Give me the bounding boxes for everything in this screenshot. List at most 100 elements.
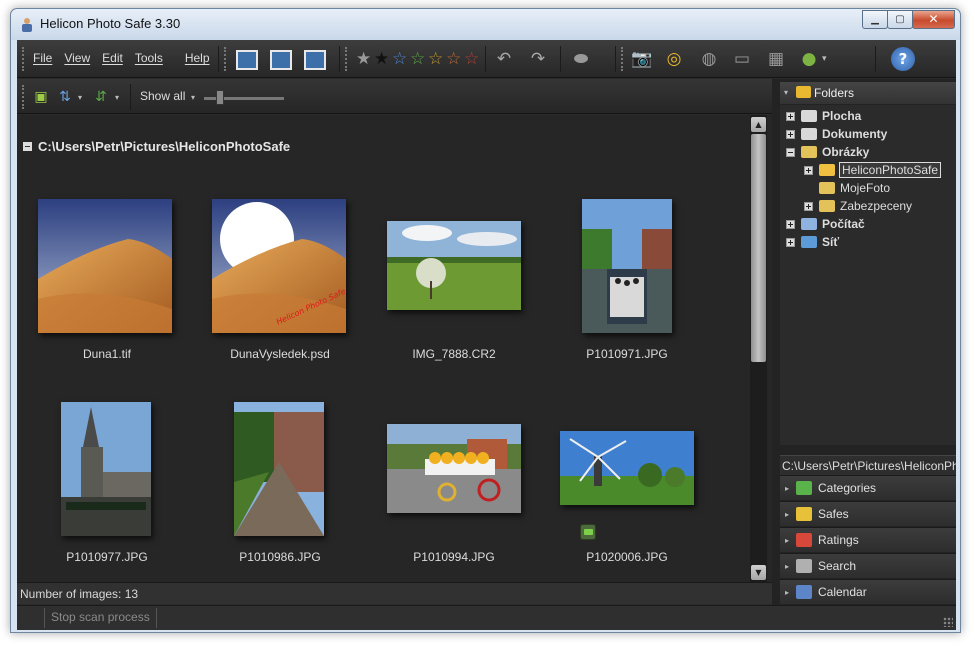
expand-icon[interactable] [786,219,795,229]
network-icon [801,236,817,248]
expand-arrow-icon[interactable]: ▸ [780,588,794,597]
expand-arrow-icon[interactable]: ▸ [780,510,794,519]
accordion-safes[interactable]: ▸ Safes [780,501,956,526]
accordion-search[interactable]: ▸ Search [780,553,956,578]
menu-tools[interactable]: Tools [135,51,163,65]
monitor-icon[interactable]: ▭ [731,48,753,70]
layout-columns-icon[interactable] [304,50,326,70]
accordion-calendar[interactable]: ▸ Calendar [780,579,956,604]
layout-left-panel-icon[interactable] [236,50,258,70]
tree-item-plocha[interactable]: Plocha [786,107,861,125]
search-icon [796,559,812,573]
vertical-scrollbar[interactable]: ▲ ▼ [750,115,767,582]
rating-star-5-icon[interactable]: ☆ [428,49,443,69]
folders-collapse-icon[interactable]: ▾ [784,88,788,97]
maximize-button[interactable]: ▢ [887,10,913,29]
chevron-down-icon[interactable]: ▾ [822,54,827,64]
tree-item-mojefoto[interactable]: MojeFoto [819,179,890,197]
thumbnail-item[interactable]: Duna1.tif [32,195,182,385]
collapse-icon[interactable] [23,142,32,151]
thumbnail-item[interactable]: P1020006.JPG [552,398,702,588]
thumbnail-image[interactable] [582,199,672,333]
folder-icon [801,128,817,140]
expand-arrow-icon[interactable]: ▸ [780,484,794,493]
sort-dropdown-icon[interactable]: ▾ [78,93,82,102]
thumbnail-item[interactable]: P1010971.JPG [552,195,702,385]
title-bar[interactable]: Helicon Photo Safe 3.30 ▁ ▢ ✕ [11,9,960,40]
tree-item-heliconphotosafe[interactable]: HeliconPhotoSafe [804,161,942,179]
world-icon[interactable]: ● [798,48,820,70]
expand-icon[interactable] [804,165,813,175]
toolbar-grip[interactable] [22,47,26,71]
thumbnail-image[interactable] [387,424,521,513]
thumbnail-view-icon[interactable]: ▣ [30,86,52,108]
close-button[interactable]: ✕ [912,10,955,29]
sort-order-icon[interactable]: ⇵ [90,86,112,108]
disc-icon[interactable]: ◎ [663,48,685,70]
menu-view[interactable]: View [64,51,90,65]
panel-splitter[interactable] [772,79,780,605]
rotate-left-icon[interactable]: ↶ [493,48,515,70]
layout-right-panel-icon[interactable] [270,50,292,70]
collapse-icon[interactable] [786,147,795,157]
thumbnail-image[interactable] [61,402,151,536]
thumbnail-filename: Duna1.tif [82,347,132,361]
rating-star-6-icon[interactable]: ☆ [446,49,461,69]
thumbnail-item[interactable]: P1010986.JPG [205,398,355,588]
expand-icon[interactable] [804,201,813,211]
tree-item-pocitac[interactable]: Počítač [786,215,865,233]
filter-chevron-icon[interactable]: ▾ [191,93,195,102]
menu-edit[interactable]: Edit [102,51,123,65]
thumbnail-image[interactable] [560,431,694,505]
expand-icon[interactable] [786,237,795,247]
tree-item-sit[interactable]: Síť [786,233,839,251]
accordion-categories[interactable]: ▸ Categories [780,475,956,500]
app-window: Helicon Photo Safe 3.30 ▁ ▢ ✕ File View … [10,8,961,633]
minimize-button[interactable]: ▁ [862,10,888,29]
thumbnail-image[interactable] [38,199,172,333]
help-icon[interactable]: ? [891,47,915,71]
accordion-ratings[interactable]: ▸ Ratings [780,527,956,552]
rotate-right-icon[interactable]: ↷ [527,48,549,70]
thumbnail-item[interactable]: P1010977.JPG [32,398,182,588]
folder-icon [801,146,817,158]
rating-star-4-icon[interactable]: ☆ [410,49,425,69]
tree-item-dokumenty[interactable]: Dokumenty [786,125,887,143]
image-count-bar: Number of images: 13 [17,582,772,604]
thumbnail-size-slider-thumb[interactable] [216,90,224,105]
scrollbar-thumb[interactable] [751,134,766,362]
rating-star-1-icon[interactable]: ★ [356,49,371,69]
expand-icon[interactable] [786,129,795,139]
expand-icon[interactable] [786,111,795,121]
thumbnail-image[interactable] [234,402,324,536]
resize-grip[interactable] [943,617,953,627]
menu-help[interactable]: Help [185,51,210,65]
rating-star-2-icon[interactable]: ★ [374,49,389,69]
calendar-icon [796,585,812,599]
thumbnail-item[interactable]: IMG_7888.CR2 [379,195,529,385]
menu-file[interactable]: File [33,51,52,65]
folders-header[interactable]: ▾ Folders [780,82,956,104]
thumbnail-image[interactable] [387,221,521,310]
thumbnail-item[interactable]: Helicon Photo Safe DunaVysledek.psd [205,195,355,385]
rating-star-3-icon[interactable]: ☆ [392,49,407,69]
tree-item-obrazky[interactable]: Obrázky [786,143,869,161]
folder-icon [796,86,811,98]
tree-item-zabezpeceny[interactable]: Zabezpeceny [804,197,912,215]
expand-arrow-icon[interactable]: ▸ [780,536,794,545]
rating-star-7-icon[interactable]: ☆ [464,49,479,69]
filter-dropdown[interactable]: Show all [140,89,185,103]
thumbnail-image[interactable]: Helicon Photo Safe [212,199,346,333]
scroll-up-button[interactable]: ▲ [751,117,766,132]
sort-icon[interactable]: ⇅ [54,86,76,108]
stop-scan-button[interactable]: Stop scan process [44,608,157,628]
globe-icon[interactable]: ◍ [698,48,720,70]
thumbnail-item[interactable]: P1010994.JPG [379,398,529,588]
camera-icon[interactable]: 📷 [631,48,653,70]
scroll-down-button[interactable]: ▼ [751,565,766,580]
sort-order-dropdown-icon[interactable]: ▾ [115,93,119,102]
map-icon[interactable]: ▦ [765,48,787,70]
expand-arrow-icon[interactable]: ▸ [780,562,794,571]
tag-icon[interactable]: ⬬ [570,48,592,70]
folder-group-header[interactable]: C:\Users\Petr\Pictures\HeliconPhotoSafe [23,139,290,154]
